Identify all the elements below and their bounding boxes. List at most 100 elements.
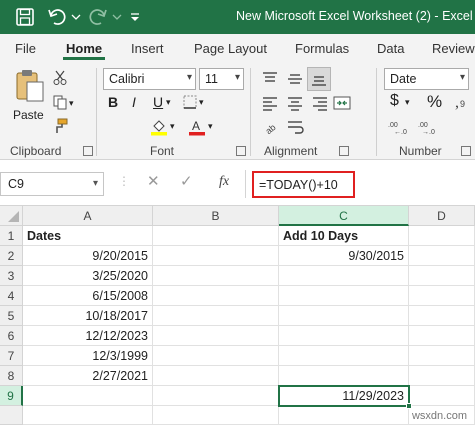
- row-header[interactable]: 1: [0, 226, 23, 246]
- cell-b2[interactable]: [153, 246, 279, 266]
- cell-c3[interactable]: [279, 266, 409, 286]
- cell-a10[interactable]: [23, 406, 153, 425]
- number-format-combo[interactable]: Date ▾: [384, 68, 469, 90]
- cell-d3[interactable]: [409, 266, 475, 286]
- row-header[interactable]: 7: [0, 346, 23, 366]
- align-top-icon[interactable]: [261, 70, 279, 91]
- cell-a1[interactable]: Dates: [23, 226, 153, 246]
- currency-button[interactable]: $: [390, 92, 399, 110]
- column-header-a[interactable]: A: [23, 206, 153, 226]
- orientation-icon[interactable]: ab: [261, 118, 279, 139]
- redo-dropdown-icon[interactable]: [111, 6, 123, 28]
- paste-button[interactable]: Paste: [10, 68, 48, 126]
- cell-b6[interactable]: [153, 326, 279, 346]
- align-right-icon[interactable]: [311, 94, 329, 115]
- column-header-b[interactable]: B: [153, 206, 279, 226]
- cell-b1[interactable]: [153, 226, 279, 246]
- currency-dropdown-icon[interactable]: ▾: [405, 97, 410, 108]
- borders-icon[interactable]: [182, 94, 198, 113]
- cell-d1[interactable]: [409, 226, 475, 246]
- column-header-c[interactable]: C: [279, 206, 409, 226]
- column-header-d[interactable]: D: [409, 206, 475, 226]
- decrease-decimal-icon[interactable]: .00 →.0: [418, 118, 438, 137]
- cancel-entry-icon[interactable]: ✕: [147, 172, 160, 190]
- undo-icon[interactable]: [46, 6, 68, 28]
- underline-button[interactable]: U: [153, 94, 163, 110]
- font-color-icon[interactable]: A: [188, 118, 206, 139]
- comma-style-icon[interactable]: ,9: [452, 94, 470, 115]
- row-header[interactable]: 2: [0, 246, 23, 266]
- tab-review[interactable]: Review: [432, 41, 475, 56]
- cell-c1[interactable]: Add 10 Days: [279, 226, 409, 246]
- cell-a2[interactable]: 9/20/2015: [23, 246, 153, 266]
- fill-color-dropdown-icon[interactable]: ▾: [170, 121, 175, 132]
- fill-handle[interactable]: [406, 403, 412, 409]
- italic-button[interactable]: I: [132, 94, 136, 110]
- cell-d2[interactable]: [409, 246, 475, 266]
- fill-color-icon[interactable]: [150, 118, 168, 139]
- cell-a4[interactable]: 6/15/2008: [23, 286, 153, 306]
- cell-a8[interactable]: 2/27/2021: [23, 366, 153, 386]
- customize-toolbar-icon[interactable]: [128, 6, 142, 28]
- tab-file[interactable]: File: [15, 41, 36, 56]
- tab-data[interactable]: Data: [377, 41, 404, 56]
- wrap-text-icon[interactable]: [286, 118, 304, 139]
- clipboard-launcher-icon[interactable]: [83, 146, 93, 156]
- font-name-combo[interactable]: Calibri ▾: [103, 68, 196, 90]
- alignment-launcher-icon[interactable]: [339, 146, 349, 156]
- confirm-entry-icon[interactable]: ✓: [180, 172, 193, 190]
- cell-d5[interactable]: [409, 306, 475, 326]
- insert-function-button[interactable]: fx: [219, 174, 229, 190]
- merge-center-icon[interactable]: [333, 94, 351, 115]
- cell-d6[interactable]: [409, 326, 475, 346]
- spreadsheet-grid[interactable]: A B C D 1 2 3 4 5 6 7 8 9 Dates 9/20/201…: [0, 206, 475, 425]
- cell-b8[interactable]: [153, 366, 279, 386]
- row-header[interactable]: 3: [0, 266, 23, 286]
- cell-b9[interactable]: [153, 386, 279, 406]
- cell-c4[interactable]: [279, 286, 409, 306]
- percent-button[interactable]: %: [427, 92, 442, 112]
- number-launcher-icon[interactable]: [461, 146, 471, 156]
- cell-a9[interactable]: [23, 386, 153, 406]
- cell-c8[interactable]: [279, 366, 409, 386]
- cell-c5[interactable]: [279, 306, 409, 326]
- cut-icon[interactable]: [52, 70, 68, 89]
- font-size-combo[interactable]: 11 ▾: [199, 68, 244, 90]
- cell-a3[interactable]: 3/25/2020: [23, 266, 153, 286]
- align-left-icon[interactable]: [261, 94, 279, 115]
- cell-b3[interactable]: [153, 266, 279, 286]
- name-box[interactable]: C9 ▾: [0, 172, 104, 196]
- cell-d8[interactable]: [409, 366, 475, 386]
- align-center-icon[interactable]: [286, 94, 304, 115]
- underline-dropdown-icon[interactable]: ▾: [166, 97, 171, 108]
- cell-c7[interactable]: [279, 346, 409, 366]
- align-bottom-icon[interactable]: [307, 67, 331, 91]
- copy-dropdown-icon[interactable]: ▾: [69, 98, 74, 109]
- cell-b7[interactable]: [153, 346, 279, 366]
- font-launcher-icon[interactable]: [236, 146, 246, 156]
- tab-insert[interactable]: Insert: [131, 41, 164, 56]
- cell-d9[interactable]: [409, 386, 475, 406]
- cell-b4[interactable]: [153, 286, 279, 306]
- row-header[interactable]: 8: [0, 366, 23, 386]
- format-painter-icon[interactable]: [52, 118, 68, 137]
- align-middle-icon[interactable]: [286, 70, 304, 91]
- font-color-dropdown-icon[interactable]: ▾: [208, 121, 213, 132]
- cell-c6[interactable]: [279, 326, 409, 346]
- select-all-corner[interactable]: [0, 206, 23, 226]
- redo-icon[interactable]: [87, 6, 109, 28]
- row-header[interactable]: 9: [0, 386, 23, 406]
- borders-dropdown-icon[interactable]: ▾: [199, 97, 204, 108]
- row-header[interactable]: 5: [0, 306, 23, 326]
- tab-page-layout[interactable]: Page Layout: [194, 41, 267, 56]
- cell-d7[interactable]: [409, 346, 475, 366]
- cell-a7[interactable]: 12/3/1999: [23, 346, 153, 366]
- bold-button[interactable]: B: [108, 94, 118, 110]
- cell-c10[interactable]: [279, 406, 409, 425]
- tab-formulas[interactable]: Formulas: [295, 41, 349, 56]
- row-header[interactable]: 6: [0, 326, 23, 346]
- undo-dropdown-icon[interactable]: [70, 6, 82, 28]
- cell-b5[interactable]: [153, 306, 279, 326]
- copy-icon[interactable]: [52, 94, 68, 113]
- cell-b10[interactable]: [153, 406, 279, 425]
